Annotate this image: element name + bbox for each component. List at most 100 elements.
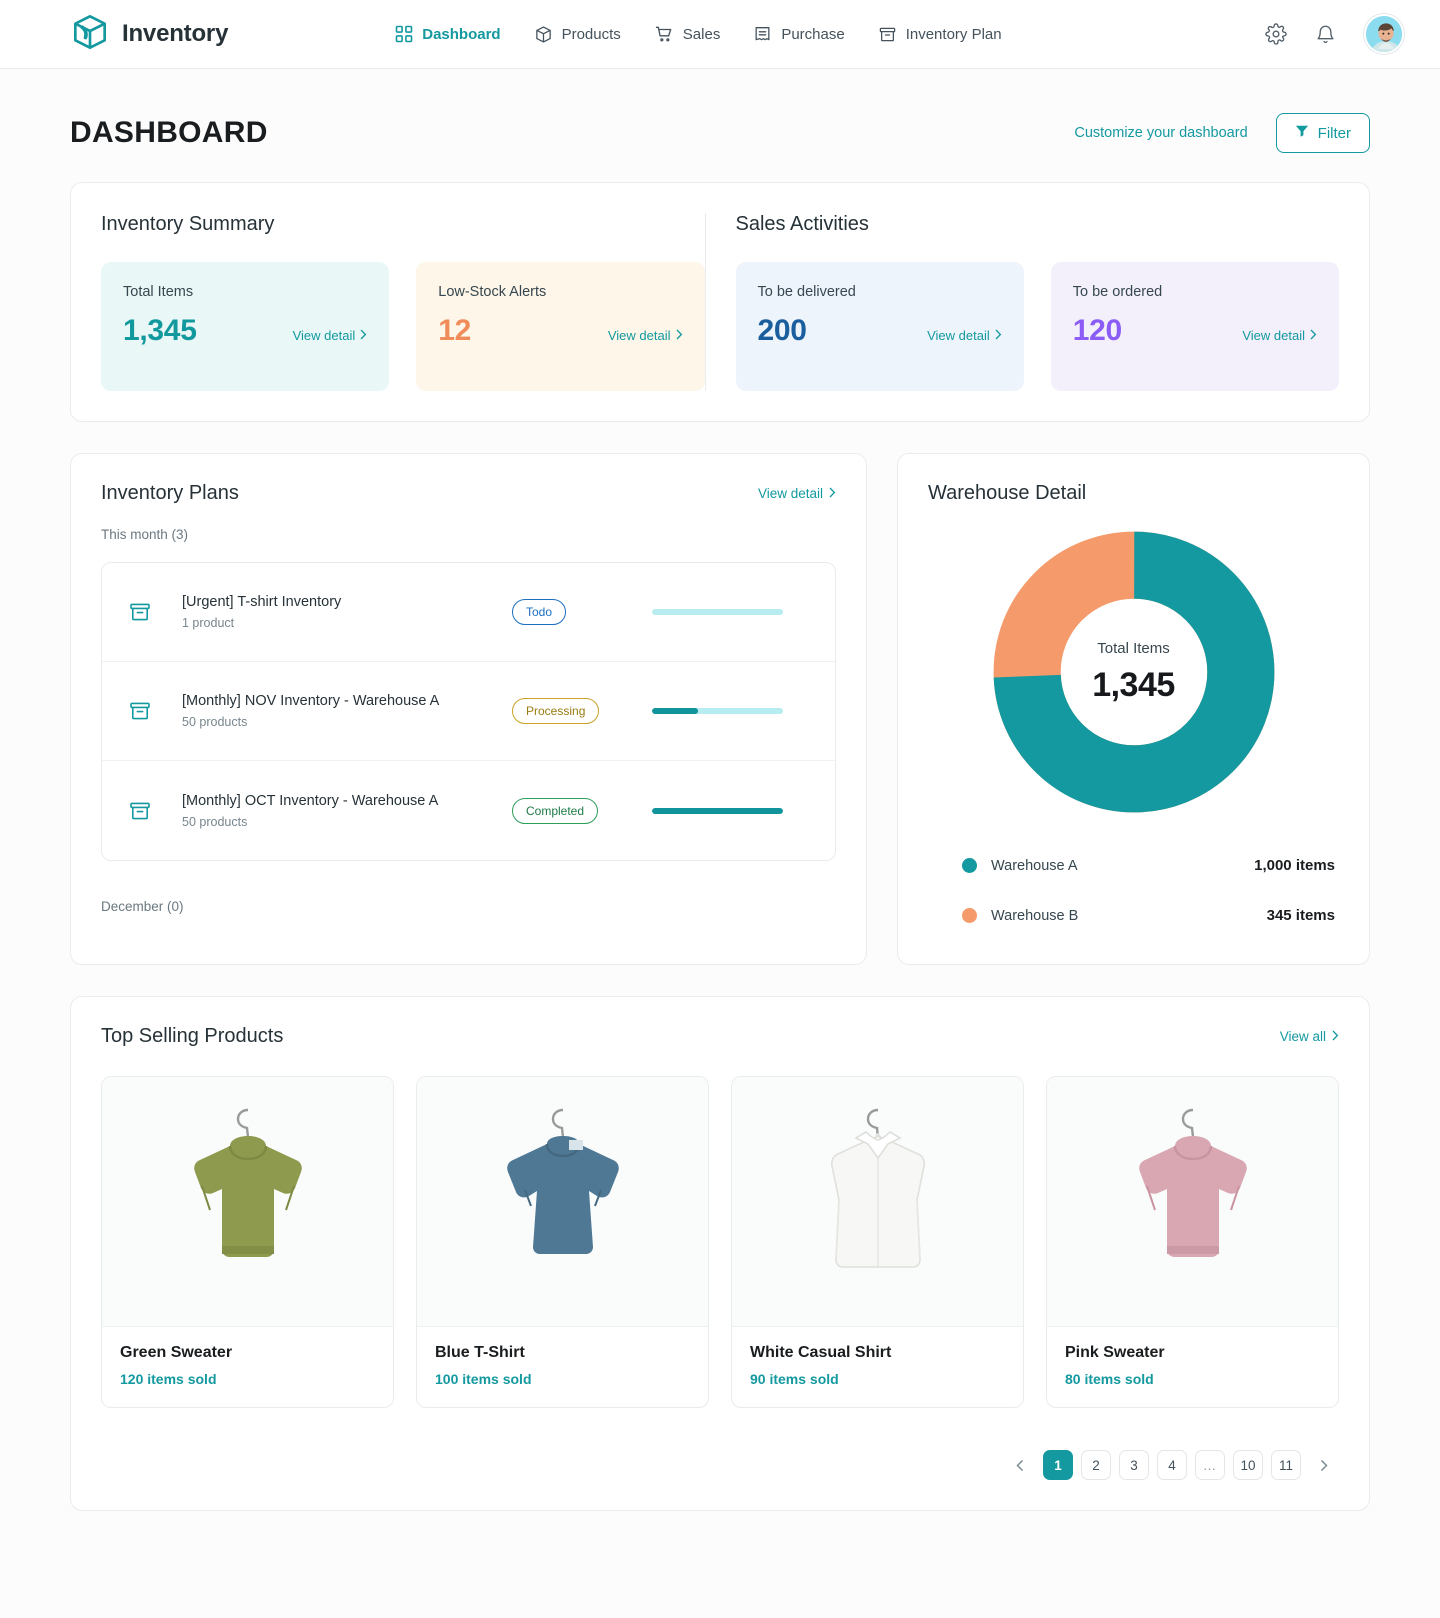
legend-color-dot bbox=[962, 908, 977, 923]
legend-value: 1,000 items bbox=[1254, 857, 1335, 874]
plan-row[interactable]: [Monthly] NOV Inventory - Warehouse A 50… bbox=[102, 662, 835, 761]
view-detail-label: View detail bbox=[927, 328, 990, 343]
view-detail-link[interactable]: View detail bbox=[927, 328, 1002, 343]
nav-item-sales[interactable]: Sales bbox=[654, 24, 721, 44]
page-title: DASHBOARD bbox=[70, 116, 268, 149]
sales-activities-section: Sales Activities To be delivered 200 Vie… bbox=[704, 213, 1339, 391]
view-detail-link[interactable]: View detail bbox=[608, 328, 683, 343]
product-image bbox=[102, 1077, 393, 1327]
pagination-page-10[interactable]: 10 bbox=[1233, 1450, 1263, 1480]
pagination-page-11[interactable]: 11 bbox=[1271, 1450, 1301, 1480]
nav-item-products[interactable]: Products bbox=[534, 25, 621, 44]
nav-actions bbox=[1265, 14, 1404, 54]
stat-label: To be ordered bbox=[1072, 284, 1163, 300]
legend-item-warehouse-a: Warehouse A 1,000 items bbox=[928, 847, 1339, 884]
donut-center-label: Total Items bbox=[1097, 639, 1170, 657]
status-badge: Completed bbox=[512, 797, 599, 824]
middle-row: Inventory Plans View detail This month (… bbox=[70, 453, 1370, 965]
brand-logo[interactable]: Inventory bbox=[70, 12, 228, 57]
product-image bbox=[417, 1077, 708, 1327]
shopping-cart-icon bbox=[654, 24, 674, 44]
pagination-page-3[interactable]: 3 bbox=[1119, 1450, 1149, 1480]
status-badge: Todo bbox=[512, 599, 567, 625]
view-detail-link[interactable]: View detail bbox=[293, 328, 368, 343]
legend-label: Warehouse B bbox=[991, 907, 1079, 924]
archive-box-icon bbox=[128, 799, 182, 823]
chevron-right-icon bbox=[676, 328, 683, 343]
view-detail-link[interactable]: View detail bbox=[1242, 328, 1317, 343]
top-navbar: Inventory Dashboard Products Sales Purch… bbox=[0, 0, 1440, 69]
stat-value: 12 bbox=[438, 314, 472, 347]
plan-product-count: 1 product bbox=[182, 616, 235, 630]
summary-card: Inventory Summary Total Items 1,345 View… bbox=[70, 182, 1370, 422]
chevron-right-icon bbox=[829, 486, 836, 501]
nav-item-purchase[interactable]: Purchase bbox=[753, 25, 845, 44]
product-image bbox=[1047, 1077, 1338, 1327]
plan-name: [Urgent] T-shirt Inventory bbox=[182, 594, 342, 610]
pagination-next-button[interactable] bbox=[1309, 1450, 1339, 1480]
warehouse-legend: Warehouse A 1,000 items Warehouse B 345 … bbox=[928, 847, 1339, 934]
product-card[interactable]: Green Sweater 120 items sold bbox=[101, 1076, 394, 1408]
warehouse-detail-card: Warehouse Detail Total Items 1,345 Wareh… bbox=[897, 453, 1370, 965]
page-header-actions: Customize your dashboard Filter bbox=[1074, 113, 1370, 153]
product-sold-count: 120 items sold bbox=[120, 1371, 217, 1387]
filter-button[interactable]: Filter bbox=[1275, 113, 1370, 153]
bell-icon[interactable] bbox=[1315, 24, 1336, 45]
plan-progress-bar bbox=[652, 708, 783, 714]
legend-item-warehouse-b: Warehouse B 345 items bbox=[928, 897, 1339, 934]
view-all-link[interactable]: View all bbox=[1280, 1029, 1339, 1044]
inventory-summary-section: Inventory Summary Total Items 1,345 View… bbox=[101, 213, 705, 391]
stat-total-items[interactable]: Total Items 1,345 View detail bbox=[101, 262, 390, 391]
stat-to-be-ordered[interactable]: To be ordered 120 View detail bbox=[1050, 262, 1339, 391]
chevron-right-icon bbox=[360, 328, 367, 343]
avatar[interactable] bbox=[1364, 14, 1404, 54]
customize-dashboard-link[interactable]: Customize your dashboard bbox=[1074, 125, 1247, 141]
archive-box-icon bbox=[878, 25, 897, 44]
nav-item-label: Sales bbox=[682, 25, 721, 43]
product-grid: Green Sweater 120 items sold Blue T-Shir… bbox=[101, 1076, 1339, 1408]
legend-value: 345 items bbox=[1266, 907, 1335, 924]
page-header: DASHBOARD Customize your dashboard Filte… bbox=[70, 69, 1370, 182]
stat-label: Total Items bbox=[123, 284, 194, 300]
inventory-plans-title: Inventory Plans bbox=[101, 482, 239, 504]
pagination-prev-button[interactable] bbox=[1005, 1450, 1035, 1480]
legend-color-dot bbox=[962, 858, 977, 873]
this-month-label: This month (3) bbox=[101, 527, 189, 542]
nav-item-label: Dashboard bbox=[422, 25, 501, 43]
stat-to-be-delivered[interactable]: To be delivered 200 View detail bbox=[735, 262, 1024, 391]
product-card[interactable]: Blue T-Shirt 100 items sold bbox=[416, 1076, 709, 1408]
product-sold-count: 100 items sold bbox=[435, 1371, 532, 1387]
page-body: DASHBOARD Customize your dashboard Filte… bbox=[0, 69, 1440, 1618]
plan-name: [Monthly] OCT Inventory - Warehouse A bbox=[182, 792, 439, 809]
product-image bbox=[732, 1077, 1023, 1327]
product-name: Pink Sweater bbox=[1065, 1344, 1165, 1361]
brand-name: Inventory bbox=[122, 20, 229, 47]
nav-item-dashboard[interactable]: Dashboard bbox=[395, 25, 501, 43]
plan-row[interactable]: [Urgent] T-shirt Inventory 1 product Tod… bbox=[102, 563, 835, 662]
pagination-ellipsis: … bbox=[1195, 1450, 1225, 1480]
product-name: Green Sweater bbox=[120, 1344, 233, 1361]
inventory-plans-list: [Urgent] T-shirt Inventory 1 product Tod… bbox=[101, 562, 836, 861]
view-detail-label: View detail bbox=[292, 328, 356, 343]
gear-icon[interactable] bbox=[1265, 23, 1287, 45]
product-card[interactable]: White Casual Shirt 90 items sold bbox=[731, 1076, 1024, 1408]
pagination-page-4[interactable]: 4 bbox=[1157, 1450, 1187, 1480]
view-detail-label: View detail bbox=[607, 328, 671, 343]
product-name: Blue T-Shirt bbox=[435, 1344, 525, 1361]
stat-low-stock-alerts[interactable]: Low-Stock Alerts 12 View detail bbox=[416, 262, 705, 391]
pagination-page-2[interactable]: 2 bbox=[1081, 1450, 1111, 1480]
box-cube-icon bbox=[70, 12, 110, 57]
filter-button-label: Filter bbox=[1317, 124, 1351, 142]
grid-dashboard-icon bbox=[395, 25, 413, 43]
plan-progress-bar bbox=[652, 807, 783, 814]
receipt-icon bbox=[753, 25, 772, 44]
product-sold-count: 80 items sold bbox=[1065, 1371, 1154, 1387]
inventory-plans-view-detail-link[interactable]: View detail bbox=[758, 486, 836, 501]
nav-item-inventory-plan[interactable]: Inventory Plan bbox=[878, 25, 1002, 44]
nav-links: Dashboard Products Sales Purchase Invent… bbox=[395, 24, 1002, 44]
plan-row[interactable]: [Monthly] OCT Inventory - Warehouse A 50… bbox=[102, 761, 835, 860]
archive-box-icon bbox=[128, 699, 182, 723]
stat-value: 120 bbox=[1072, 314, 1122, 347]
product-card[interactable]: Pink Sweater 80 items sold bbox=[1046, 1076, 1339, 1408]
pagination-page-1[interactable]: 1 bbox=[1043, 1450, 1073, 1480]
